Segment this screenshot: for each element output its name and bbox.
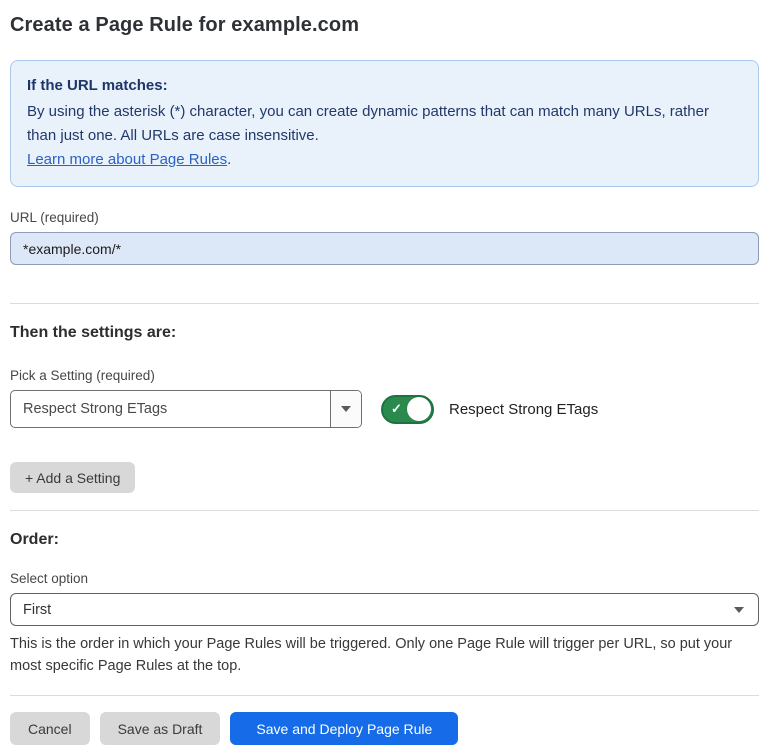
cancel-button[interactable]: Cancel xyxy=(10,712,90,745)
setting-select-value: Respect Strong ETags xyxy=(11,391,330,427)
info-box-body: By using the asterisk (*) character, you… xyxy=(27,100,742,148)
setting-row: Respect Strong ETags ✓ Respect Strong ET… xyxy=(10,390,759,428)
divider xyxy=(10,510,759,511)
chevron-down-icon xyxy=(734,607,744,613)
page-title: Create a Page Rule for example.com xyxy=(10,14,759,37)
setting-select[interactable]: Respect Strong ETags xyxy=(10,390,362,428)
toggle-knob xyxy=(407,397,431,421)
divider xyxy=(10,303,759,304)
settings-section-heading: Then the settings are: xyxy=(10,324,759,342)
add-setting-button[interactable]: + Add a Setting xyxy=(10,462,135,493)
order-select-value: First xyxy=(23,602,51,618)
footer-actions: Cancel Save as Draft Save and Deploy Pag… xyxy=(10,712,759,745)
info-box-heading: If the URL matches: xyxy=(27,74,742,98)
url-field-label: URL (required) xyxy=(10,210,759,225)
pick-setting-label: Pick a Setting (required) xyxy=(10,368,759,383)
save-and-deploy-button[interactable]: Save and Deploy Page Rule xyxy=(230,712,458,745)
info-box-link-line: Learn more about Page Rules. xyxy=(27,148,742,172)
url-input[interactable] xyxy=(10,232,759,265)
order-help-text: This is the order in which your Page Rul… xyxy=(10,633,759,677)
check-icon: ✓ xyxy=(391,402,402,415)
page-rule-form: Create a Page Rule for example.com If th… xyxy=(0,0,769,745)
toggle-label: Respect Strong ETags xyxy=(449,401,598,418)
respect-strong-etags-toggle[interactable]: ✓ xyxy=(381,395,434,424)
order-select-label: Select option xyxy=(10,571,759,586)
save-as-draft-button[interactable]: Save as Draft xyxy=(100,712,221,745)
url-match-info-box: If the URL matches: By using the asteris… xyxy=(10,60,759,187)
link-period: . xyxy=(227,151,231,168)
order-select[interactable]: First xyxy=(10,593,759,626)
divider xyxy=(10,695,759,696)
order-section-heading: Order: xyxy=(10,531,759,549)
setting-select-caret-button[interactable] xyxy=(330,391,361,427)
chevron-down-icon xyxy=(341,406,351,412)
learn-more-link[interactable]: Learn more about Page Rules xyxy=(27,151,227,168)
